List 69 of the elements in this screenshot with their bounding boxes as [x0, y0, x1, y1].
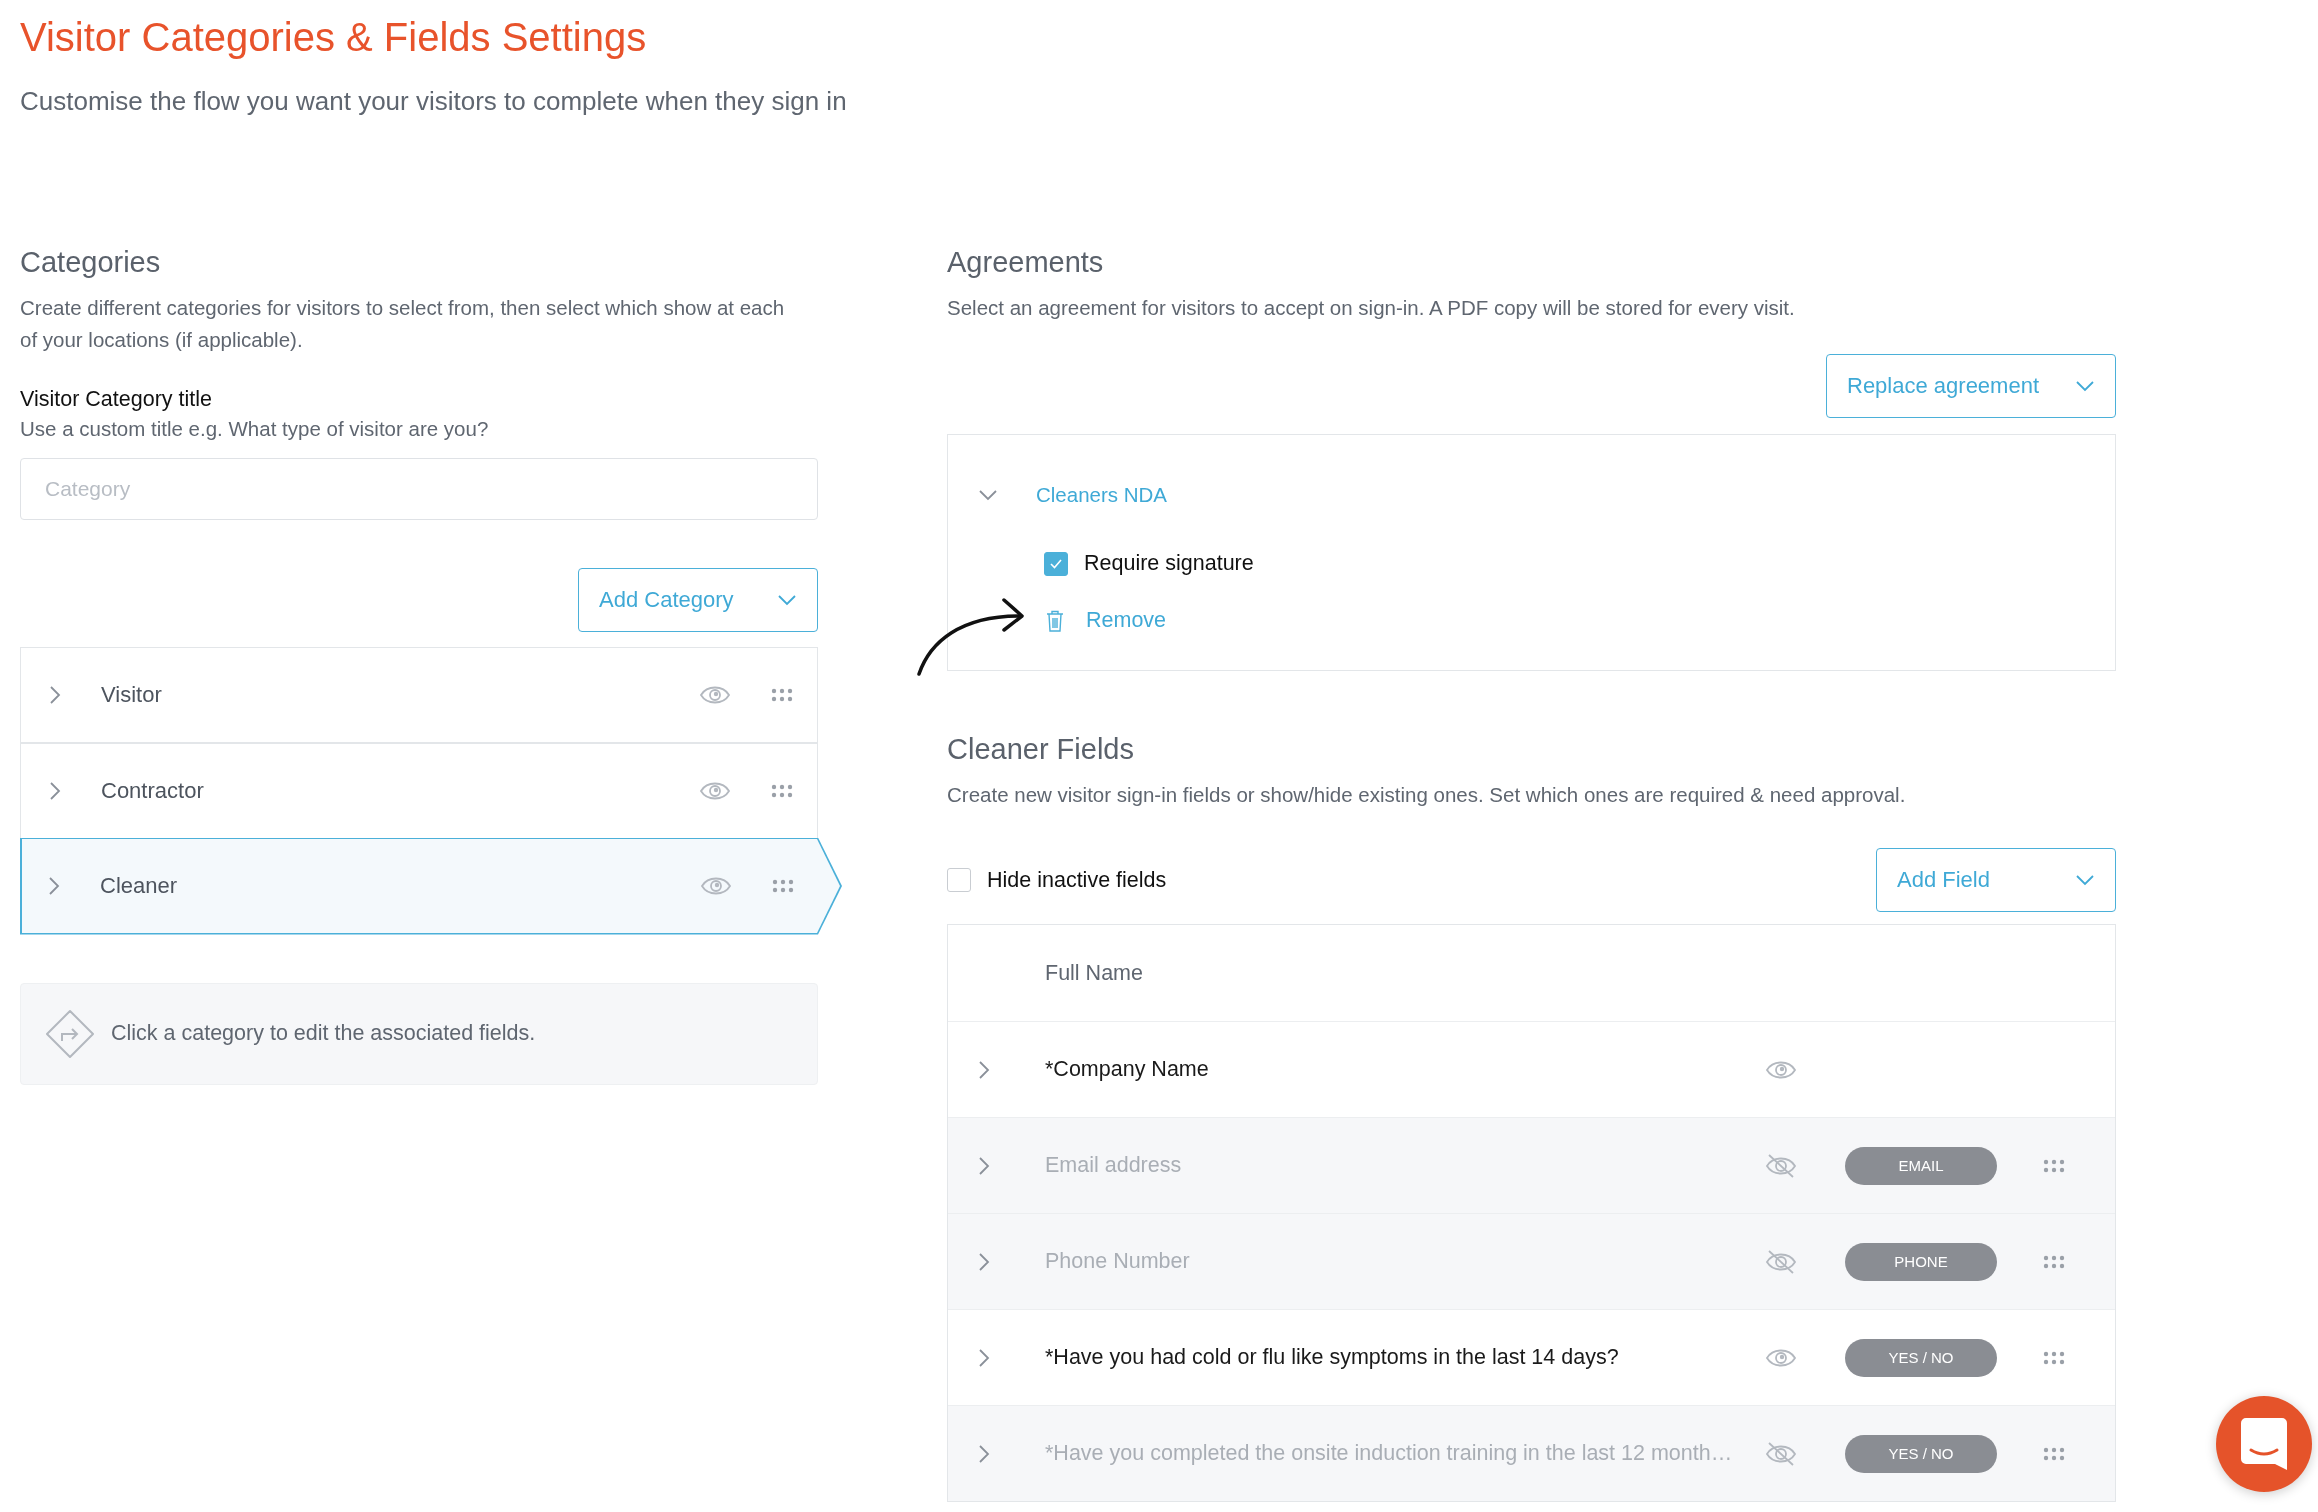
- section-heading: Cleaner Fields: [947, 732, 1135, 767]
- page-title: Visitor Categories & Fields Settings: [20, 14, 648, 61]
- field-row[interactable]: *Have you completed the onsite induction training in the last 12 month… YES / NO: [948, 1405, 2115, 1501]
- field-name: Full Name: [1045, 960, 1144, 986]
- field-row[interactable]: Phone Number PHONE: [948, 1213, 2115, 1309]
- hint-text: Click a category to edit the associated fields.: [111, 1021, 536, 1046]
- category-name: Cleaner: [100, 873, 179, 899]
- drag-handle-icon[interactable]: [2043, 1158, 2065, 1173]
- chevron-right-icon[interactable]: [49, 780, 61, 801]
- section-heading: Agreements: [947, 245, 1105, 280]
- drag-handle-icon[interactable]: [771, 783, 793, 798]
- field-hint: Use a custom title e.g. What type of visitor are you?: [20, 416, 490, 442]
- trash-icon[interactable]: [1046, 609, 1064, 632]
- checkbox[interactable]: [947, 868, 971, 892]
- direction-sign-icon: [45, 1008, 95, 1059]
- field-row[interactable]: Email address EMAIL: [948, 1117, 2115, 1213]
- category-name: Visitor: [101, 682, 163, 708]
- field-name: *Have you completed the onsite induction training in the last 12 month…: [1045, 1441, 1734, 1466]
- drag-handle-icon[interactable]: [2043, 1446, 2065, 1461]
- category-row[interactable]: Contractor: [20, 742, 818, 839]
- field-type-tag: PHONE: [1845, 1242, 1997, 1281]
- chat-button[interactable]: [2216, 1396, 2312, 1492]
- chevron-right-icon[interactable]: [978, 1347, 990, 1368]
- eye-slash-icon[interactable]: [1765, 1152, 1797, 1179]
- chat-icon: [2241, 1418, 2287, 1470]
- add-field-dropdown[interactable]: Add Field: [1876, 848, 2116, 912]
- drag-handle-icon[interactable]: [772, 879, 794, 893]
- chevron-right-icon[interactable]: [978, 1059, 990, 1080]
- checkbox-label: Hide inactive fields: [987, 867, 1167, 893]
- field-label: Visitor Category title: [20, 386, 213, 413]
- field-name: *Company Name: [1045, 1057, 1210, 1082]
- chevron-right-icon[interactable]: [978, 1155, 990, 1176]
- category-row[interactable]: Visitor: [20, 646, 818, 744]
- drag-handle-icon[interactable]: [771, 688, 793, 702]
- section-description: Create new visitor sign-in fields or show/hide existing ones. Set which ones are required & need approval.: [947, 782, 1907, 808]
- section-heading: Categories: [20, 245, 162, 280]
- chevron-right-icon[interactable]: [49, 685, 61, 705]
- drag-handle-icon[interactable]: [2043, 1254, 2065, 1269]
- checkbox[interactable]: [1044, 551, 1068, 576]
- chevron-right-icon[interactable]: [978, 1251, 990, 1272]
- eye-slash-icon[interactable]: [1765, 1440, 1797, 1467]
- drag-handle-icon[interactable]: [2043, 1350, 2065, 1365]
- chevron-down-icon: [2075, 380, 2095, 392]
- eye-icon[interactable]: [699, 684, 731, 706]
- eye-icon[interactable]: [700, 875, 732, 897]
- section-description: Select an agreement for visitors to accept on sign-in. A PDF copy will be stored for every visit.: [947, 295, 1796, 321]
- chevron-right-icon[interactable]: [978, 1443, 990, 1464]
- chevron-down-icon: [2075, 874, 2095, 886]
- field-name: Email address: [1045, 1153, 1183, 1178]
- field-type-tag: YES / NO: [1845, 1338, 1997, 1377]
- field-name: Phone Number: [1045, 1249, 1191, 1274]
- field-name: *Have you had cold or flu like symptoms in the last 14 days?: [1045, 1345, 1620, 1370]
- eye-slash-icon[interactable]: [1765, 1248, 1797, 1275]
- field-type-tag: EMAIL: [1845, 1146, 1997, 1185]
- remove-link[interactable]: Remove: [1086, 608, 1167, 633]
- add-category-dropdown[interactable]: Add Category: [578, 568, 818, 632]
- section-description: Create different categories for visitors to select from, then select which show at each of your locations (if applicable).: [20, 295, 786, 353]
- chevron-right-icon[interactable]: [48, 876, 60, 896]
- category-row[interactable]: Cleaner: [20, 837, 842, 935]
- category-title-field[interactable]: Category: [20, 458, 818, 520]
- replace-agreement-dropdown[interactable]: Replace agreement: [1826, 354, 2116, 418]
- checkbox-label: Require signature: [1084, 551, 1254, 576]
- chevron-down-icon: [777, 594, 797, 606]
- page-subtitle: Customise the flow you want your visitors to complete when they sign in: [20, 85, 848, 118]
- agreement-name-link[interactable]: Cleaners NDA: [1036, 483, 1168, 507]
- chevron-down-icon: [978, 489, 998, 501]
- category-name: Contractor: [101, 777, 205, 804]
- field-type-tag: YES / NO: [1845, 1434, 1997, 1473]
- checkmark-icon: [1049, 557, 1063, 570]
